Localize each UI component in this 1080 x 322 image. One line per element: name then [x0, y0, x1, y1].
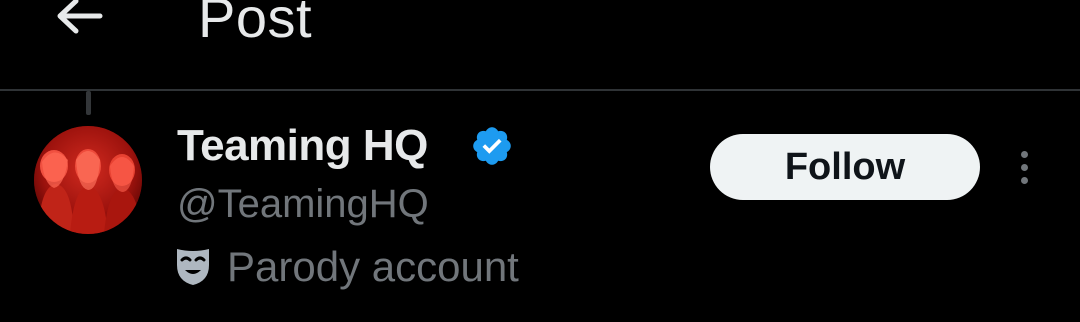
- more-options-button[interactable]: [1004, 142, 1044, 192]
- parody-account-label: Parody account: [227, 243, 519, 290]
- avatar-image: [34, 126, 142, 234]
- post-page: Post Teaming HQ @TeamingHQ Parody accoun…: [0, 0, 1080, 322]
- author-avatar[interactable]: [34, 126, 142, 234]
- parody-label-row: Parody account: [175, 243, 519, 291]
- author-display-name[interactable]: Teaming HQ: [177, 120, 428, 172]
- page-title: Post: [198, 0, 313, 49]
- top-app-bar: Post: [0, 0, 1080, 90]
- verified-badge-icon: [473, 127, 511, 165]
- follow-button[interactable]: Follow: [710, 134, 980, 200]
- back-button[interactable]: [44, 0, 114, 46]
- more-vertical-icon: [1020, 150, 1028, 158]
- author-handle[interactable]: @TeamingHQ: [177, 180, 429, 228]
- arrow-left-icon: [57, 0, 103, 34]
- thread-connector-line: [86, 91, 91, 115]
- header-divider: [0, 89, 1080, 91]
- parody-mask-icon: [177, 249, 209, 285]
